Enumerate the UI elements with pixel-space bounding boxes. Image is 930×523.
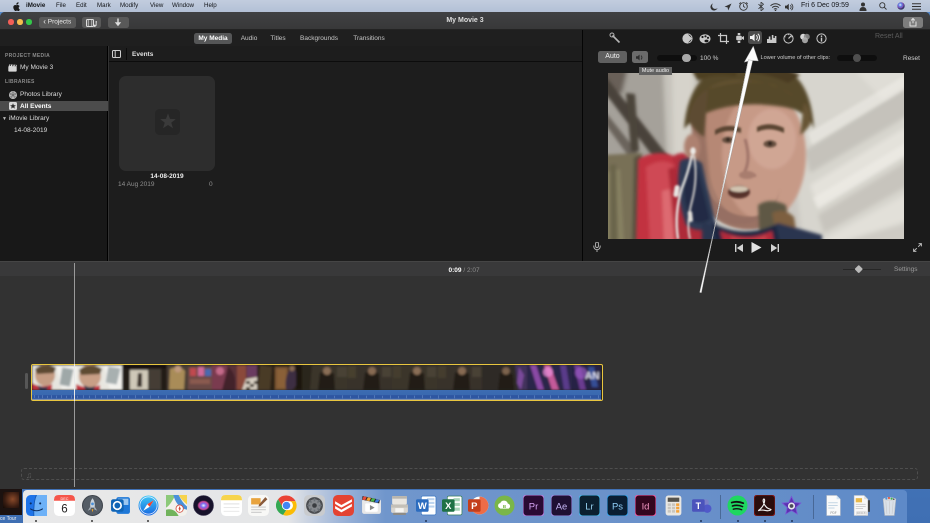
svg-text:DEC: DEC bbox=[60, 497, 68, 501]
svg-text:PDF: PDF bbox=[830, 511, 836, 515]
svg-text:DOCX: DOCX bbox=[857, 511, 865, 515]
svg-text:Lr: Lr bbox=[585, 502, 593, 513]
svg-text:AN: AN bbox=[585, 371, 599, 382]
svg-text:P: P bbox=[471, 501, 477, 512]
svg-text:B: B bbox=[503, 504, 507, 510]
svg-text:T: T bbox=[695, 501, 701, 511]
svg-text:X: X bbox=[445, 501, 452, 512]
svg-text:6: 6 bbox=[61, 503, 67, 515]
svg-text:Ps: Ps bbox=[611, 502, 622, 513]
svg-text:Pr: Pr bbox=[528, 502, 537, 513]
svg-text:W: W bbox=[417, 501, 426, 512]
svg-text:Id: Id bbox=[641, 502, 649, 513]
svg-text:Ae: Ae bbox=[555, 502, 567, 513]
